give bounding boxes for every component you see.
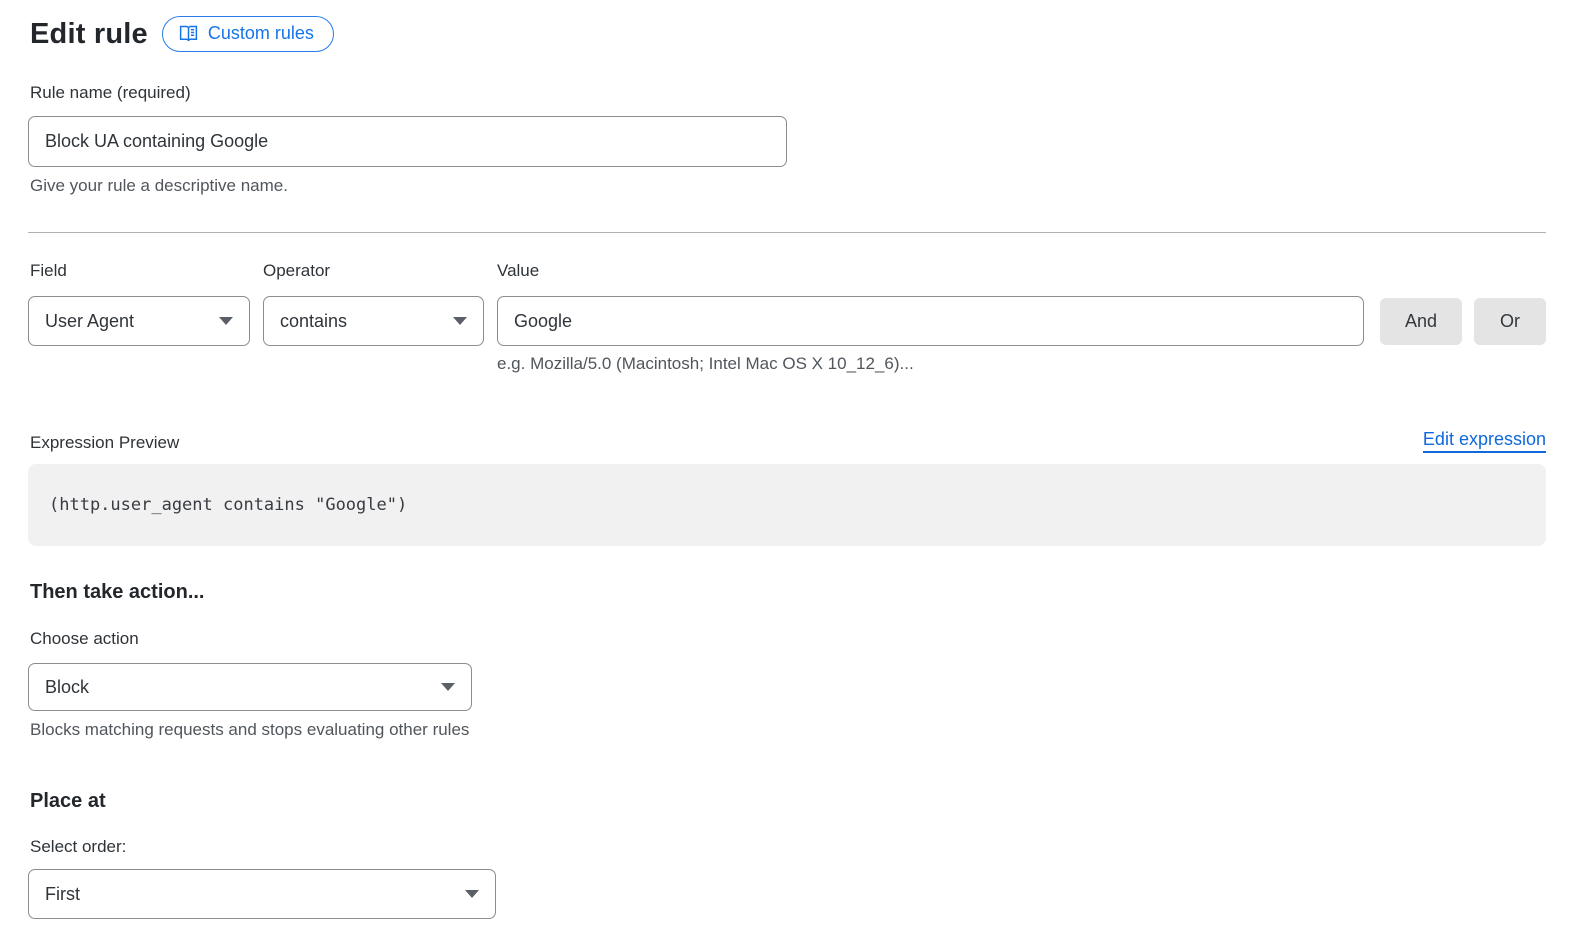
action-heading: Then take action... (30, 581, 1546, 604)
operator-label: Operator (263, 261, 497, 281)
expression-preview-label: Expression Preview (30, 433, 179, 453)
field-label: Field (30, 261, 263, 281)
action-select-value: Block (45, 677, 89, 698)
caret-down-icon (453, 317, 467, 325)
page-header: Edit rule Custom rules (30, 16, 1546, 52)
caret-down-icon (441, 683, 455, 691)
or-button[interactable]: Or (1474, 298, 1546, 345)
select-order-label: Select order: (30, 837, 1546, 857)
action-select[interactable]: Block (28, 663, 472, 711)
choose-action-label: Choose action (30, 629, 1546, 649)
caret-down-icon (219, 317, 233, 325)
expression-preview-box: (http.user_agent contains "Google") (28, 464, 1546, 546)
expression-builder-row: User Agent contains And Or (28, 296, 1546, 346)
order-select[interactable]: First (28, 869, 496, 919)
operator-select-value: contains (280, 311, 347, 332)
place-at-heading: Place at (30, 790, 1546, 813)
expression-preview-header: Expression Preview Edit expression (28, 429, 1546, 453)
field-select-value: User Agent (45, 311, 134, 332)
caret-down-icon (465, 890, 479, 898)
rule-name-input[interactable] (28, 116, 787, 167)
rule-name-label: Rule name (required) (30, 83, 191, 102)
edit-expression-link[interactable]: Edit expression (1423, 429, 1546, 453)
action-helper: Blocks matching requests and stops evalu… (30, 720, 1546, 740)
section-divider (28, 232, 1546, 233)
field-select[interactable]: User Agent (28, 296, 250, 346)
expression-code: (http.user_agent contains "Google") (49, 495, 407, 515)
operator-select[interactable]: contains (263, 296, 484, 346)
and-button[interactable]: And (1380, 298, 1462, 345)
custom-rules-button[interactable]: Custom rules (162, 16, 334, 52)
custom-rules-button-label: Custom rules (208, 23, 314, 44)
page-title: Edit rule (30, 18, 148, 51)
placement-section: Place at Select order: First (28, 790, 1546, 919)
value-label: Value (497, 261, 539, 281)
value-input[interactable] (497, 296, 1364, 346)
rule-name-helper: Give your rule a descriptive name. (30, 176, 1546, 196)
open-book-icon (178, 23, 199, 44)
edit-rule-page: Edit rule Custom rules Rule name (requir… (0, 0, 1546, 919)
action-section: Then take action... Choose action Block … (28, 581, 1546, 740)
expression-builder-labels: Field Operator Value (30, 261, 1546, 281)
rule-name-section: Rule name (required) Give your rule a de… (28, 83, 1546, 196)
order-select-value: First (45, 884, 80, 905)
value-helper: e.g. Mozilla/5.0 (Macintosh; Intel Mac O… (497, 354, 1546, 374)
